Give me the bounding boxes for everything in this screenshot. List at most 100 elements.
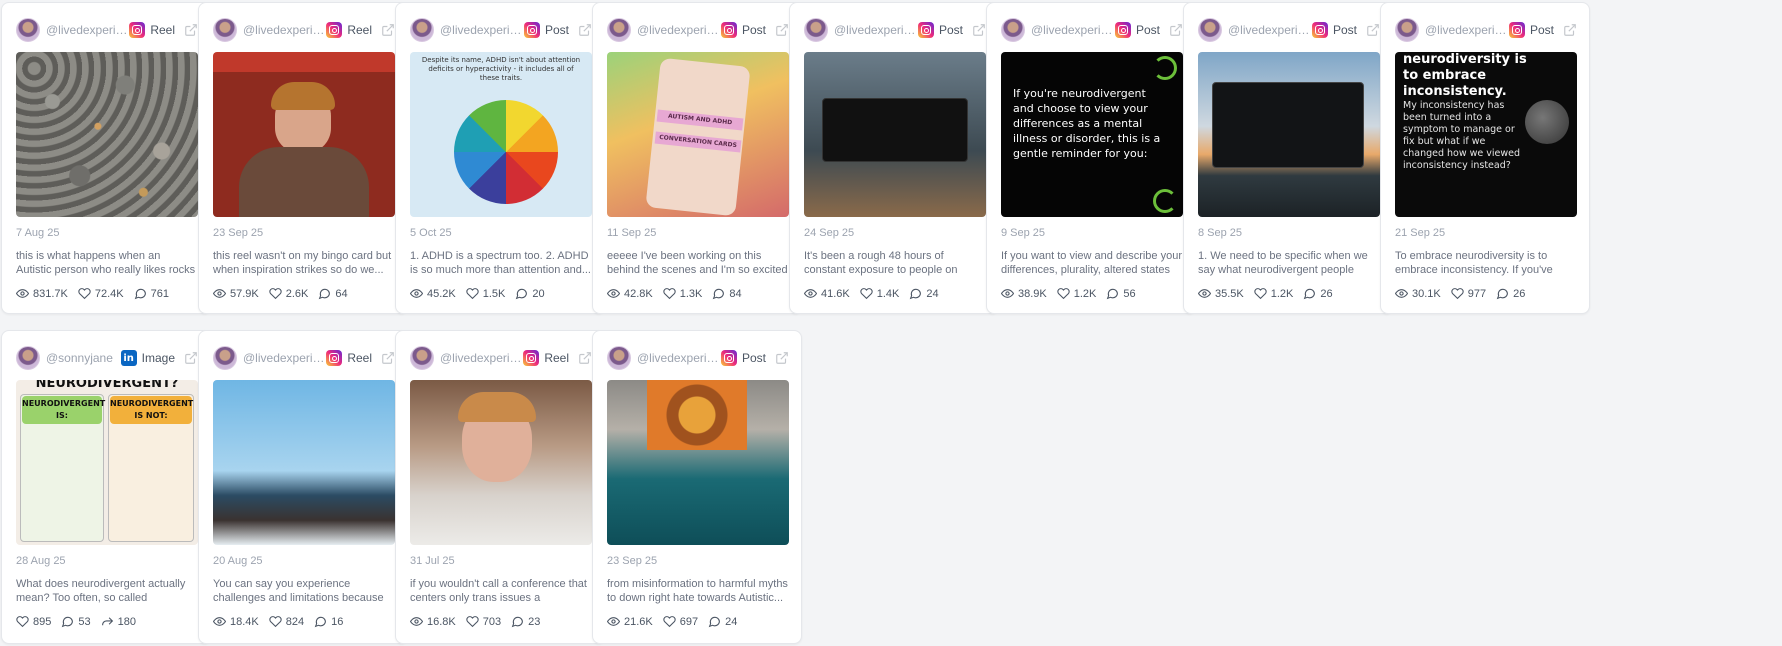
comment-icon [1303,287,1320,300]
instagram-icon [720,22,737,38]
avatar [1001,18,1025,42]
content-card[interactable]: @livedexperie... Post AUTISM AND ADHD CONVE… [592,2,802,314]
post-caption: this reel wasn't on my bingo card but wh… [213,250,392,276]
content-card[interactable]: @livedexperie... Reel 20 Aug 25 You can say… [198,330,408,644]
post-thumbnail[interactable]: neurodiversity is to embrace inconsisten… [1395,52,1577,217]
account-handle[interactable]: @livedexperie... [243,23,325,37]
content-card[interactable]: @livedexperie... Post If you're neurodiver… [986,2,1196,314]
post-type-label: Post [1135,23,1160,37]
content-card[interactable]: @livedexperie... Post 23 Sep 25 from misinf… [592,330,802,644]
eye-icon [607,615,624,628]
content-card[interactable]: @livedexperie... Reel 31 Jul 25 if you woul… [395,330,605,644]
card-header: @livedexperie... Post [1395,17,1577,43]
post-type-label: Reel [150,23,175,37]
post-date: 23 Sep 25 [213,227,264,239]
stat-value: 21.6K [624,615,653,628]
content-card[interactable]: @livedexperie... Post 24 Sep 25 It's been a… [789,2,999,314]
external-link-icon[interactable] [775,23,789,37]
account-handle[interactable]: @livedexperie... [440,351,522,365]
post-stats: 18.4K 824 16 [213,615,353,628]
stat-value: 16.8K [427,615,456,628]
post-thumbnail[interactable] [804,52,986,217]
post-caption: It's been a rough 48 hours of constant e… [804,250,958,276]
account-handle[interactable]: @livedexperie... [637,351,719,365]
post-thumbnail[interactable] [213,380,395,545]
post-thumbnail[interactable] [213,52,395,217]
external-link-icon[interactable] [184,23,198,37]
stat-comment: 26 [1303,287,1333,300]
eye-icon [1198,287,1215,300]
post-thumbnail[interactable] [1198,52,1380,217]
post-type-label: Post [544,23,569,37]
stat-comment: 24 [708,615,737,628]
stat-value: 180 [117,615,136,628]
post-type-label: Image [141,351,175,365]
comment-icon [61,615,78,628]
post-stats: 41.6K 1.4K 24 [804,287,949,300]
post-thumbnail[interactable]: AUTISM AND ADHD CONVERSATION CARDS [607,52,789,217]
screenshot-overlay [1212,82,1364,168]
comment-icon [318,287,335,300]
external-link-icon[interactable] [381,351,395,365]
card-header: @livedexperie... Post [607,345,789,371]
post-caption: from misinformation to harmful myths to … [607,578,788,604]
post-caption: 1. ADHD is a spectrum too. 2. ADHD is so… [410,250,591,276]
content-card[interactable]: @livedexperie... Post Despite its name, AD… [395,2,605,314]
post-date: 9 Sep 25 [1001,227,1046,239]
account-handle[interactable]: @livedexperie... [1031,23,1113,37]
external-link-icon[interactable] [972,23,986,37]
content-card[interactable]: @sonnyjane in Image NEURODIVERGENT? NEURODIV… [1,330,211,644]
external-link-icon[interactable] [184,351,198,365]
comment-icon [1496,287,1513,300]
post-thumbnail[interactable]: If you're neurodivergent and choose to v… [1001,52,1183,217]
content-card[interactable]: @livedexperie... Post 8 Sep 25 1. We need t… [1183,2,1393,314]
post-type-label: Post [938,23,963,37]
post-type-label: Reel [544,351,569,365]
external-link-icon[interactable] [775,351,789,365]
content-card[interactable]: @livedexperie... Reel 23 Sep 25 this reel w… [198,2,408,314]
stat-comment: 761 [134,287,169,300]
post-stats: 831.7K 72.4K 761 [16,287,179,300]
comment-icon [708,615,725,628]
stat-value: 824 [285,615,305,628]
account-handle[interactable]: @livedexperie... [440,23,522,37]
account-handle[interactable]: @livedexperie... [834,23,916,37]
card-header: @livedexperie... Post [1001,17,1183,43]
stat-value: 1.5K [482,287,506,300]
post-thumbnail[interactable]: Despite its name, ADHD isn't about atten… [410,52,592,217]
content-card[interactable]: @livedexperie... Reel 7 Aug 25 this is what… [1,2,211,314]
post-date: 23 Sep 25 [607,555,658,567]
thumbnail-text: Despite its name, ADHD isn't about atten… [421,56,581,82]
heart-icon [1057,287,1074,300]
external-link-icon[interactable] [1563,23,1577,37]
external-link-icon[interactable] [1366,23,1380,37]
external-link-icon[interactable] [1169,23,1183,37]
heart-icon [1254,287,1271,300]
account-handle[interactable]: @livedexperie... [637,23,719,37]
stat-value: 53 [78,615,91,628]
stat-comment: 53 [61,615,91,628]
post-thumbnail[interactable]: NEURODIVERGENT? NEURODIVERGENT IS: NEURODI… [16,380,198,545]
account-handle[interactable]: @livedexperie... [243,351,325,365]
content-card[interactable]: @livedexperie... Post neurodiversity is to… [1380,2,1590,314]
external-link-icon[interactable] [578,23,592,37]
external-link-icon[interactable] [578,351,592,365]
post-thumbnail[interactable] [16,52,198,217]
stat-comment: 84 [712,287,742,300]
stat-value: 1.3K [679,287,703,300]
external-link-icon[interactable] [381,23,395,37]
post-date: 31 Jul 25 [410,555,455,567]
post-thumbnail[interactable] [607,380,789,545]
post-type-label: Post [741,23,766,37]
stat-value: 41.6K [821,287,850,300]
post-thumbnail[interactable] [410,380,592,545]
stat-value: 84 [729,287,742,300]
account-handle[interactable]: @livedexperie... [1228,23,1310,37]
stat-value: 72.4K [94,287,124,300]
stat-eye: 45.2K [410,287,456,300]
account-handle[interactable]: @sonnyjane [46,351,113,365]
account-handle[interactable]: @livedexperie... [46,23,128,37]
instagram-icon [523,350,540,366]
account-handle[interactable]: @livedexperie... [1425,23,1507,37]
stat-value: 2.6K [285,287,309,300]
